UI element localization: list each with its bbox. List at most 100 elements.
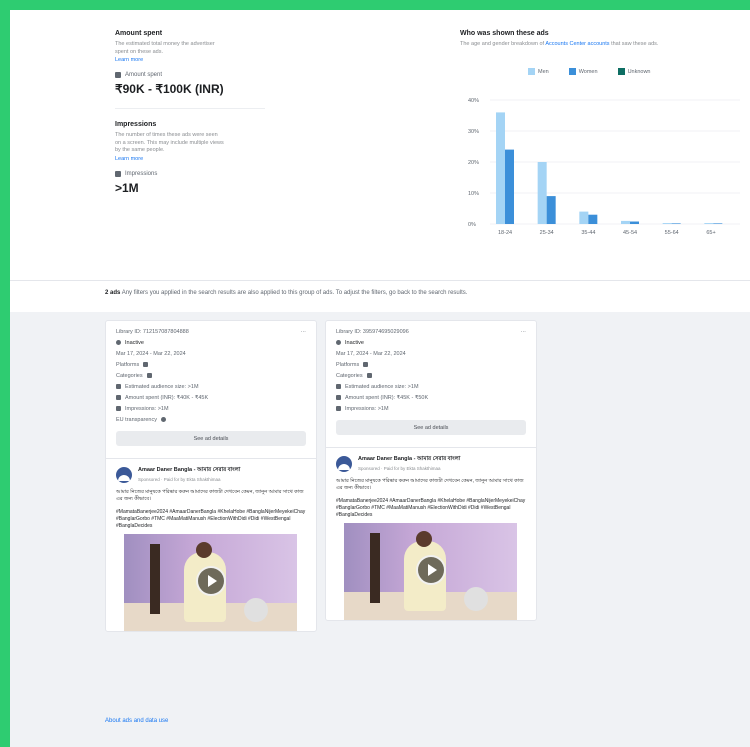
categories-row: Categories: [106, 370, 316, 381]
impressions: Impressions: >1M: [345, 405, 389, 412]
legend-item-unknown: Unknown: [617, 68, 651, 75]
x-tick-label: 18-24: [498, 230, 512, 236]
categories-label: Categories: [116, 372, 143, 379]
filter-note: 2 ads Any filters you applied in the sea…: [105, 290, 467, 296]
bar-women-35-44[interactable]: [588, 214, 598, 224]
legend-swatch: [568, 68, 576, 75]
run-dates: Mar 17, 2024 - Mar 22, 2024: [336, 350, 406, 357]
people-icon: [336, 384, 341, 389]
impressions-description: The number of times these ads were seen …: [115, 132, 224, 153]
audience-row: Estimated audience size: >1M: [106, 381, 316, 392]
chart-subtitle-prefix: The age and gender breakdown of: [460, 41, 545, 47]
play-icon[interactable]: [416, 555, 446, 585]
status-dot-icon: [116, 340, 121, 345]
platforms-row: Platforms: [326, 359, 536, 370]
post-header: Amaar Daner Bangla - আমার সেরার বাংলা Sp…: [326, 448, 536, 472]
legend-label: Unknown: [627, 68, 651, 75]
about-ads-link[interactable]: About ads and data use: [105, 718, 168, 724]
impressions: Impressions: >1M: [125, 405, 169, 412]
legend-swatch: [528, 68, 535, 75]
bar-women-18-24[interactable]: [505, 149, 514, 224]
info-icon[interactable]: [160, 417, 166, 422]
impressions-label: Impressions: [115, 170, 285, 177]
legend-item-men: Men: [528, 68, 549, 75]
more-options-icon[interactable]: ···: [521, 329, 527, 335]
page-avatar[interactable]: [116, 467, 132, 483]
amount-spent-label: Amount spent: [115, 72, 285, 78]
spent-row: Amount spent (INR): ₹40K - ₹45K: [106, 392, 316, 403]
audience-size: Estimated audience size: >1M: [125, 383, 199, 390]
library-id: Library ID: 395974695029096: [336, 329, 409, 335]
post-hashtags: #MamataBanerjee2024 #AmaarDanerBangla #K…: [336, 498, 526, 518]
chart-title: Who was shown these ads: [460, 30, 549, 37]
megaphone-icon: [146, 373, 152, 378]
x-tick-label: 55-64: [665, 230, 679, 236]
audience-row: Estimated audience size: >1M: [326, 381, 536, 392]
y-tick-label: 30%: [468, 129, 479, 135]
eu-row: EU transparency: [106, 414, 316, 425]
impressions-value: >1M: [115, 180, 139, 195]
x-tick-label: 35-44: [581, 230, 595, 236]
spent-row: Amount spent (INR): ₹45K - ₹50K: [326, 392, 536, 403]
y-tick-label: 0%: [468, 222, 476, 228]
y-tick-label: 40%: [468, 98, 479, 104]
page-name[interactable]: Amaar Daner Bangla - আমার সেরার বাংলা: [358, 456, 460, 464]
post-text: আমার নিজের মানুষকে পরিষ্কার করুন আমাদের …: [116, 489, 304, 502]
accounts-center-link[interactable]: Accounts Center accounts: [545, 41, 609, 47]
platform-icon: [363, 362, 369, 367]
categories-label: Categories: [336, 372, 363, 379]
sponsored-label: Sponsored · Paid for by Ekta Shakthimaa: [358, 466, 441, 471]
see-ad-details-button[interactable]: See ad details: [336, 420, 526, 435]
post-hashtags: #MamataBanerjee2024 #AmaarDanerBangla #K…: [116, 509, 306, 529]
bar-men-35-44[interactable]: [579, 211, 589, 224]
eye-icon: [115, 170, 121, 177]
section-divider: [10, 280, 750, 281]
impressions-row: Impressions: >1M: [326, 403, 536, 414]
money-icon: [336, 395, 341, 400]
summary-section: Amount spent The estimated total money t…: [10, 10, 750, 280]
legend-swatch: [617, 68, 625, 75]
ad-card-2: Library ID: 395974695029096 ··· Inactive…: [325, 320, 537, 621]
page-avatar[interactable]: [336, 456, 352, 472]
post-header: Amaar Daner Bangla - আমার সেরার বাংলা Sp…: [106, 459, 316, 483]
bar-men-25-34[interactable]: [537, 162, 547, 224]
bar-men-18-24[interactable]: [496, 112, 505, 224]
eu-transparency[interactable]: EU transparency: [116, 417, 157, 423]
video-thumbnail[interactable]: [124, 534, 297, 631]
bar-women-45-54[interactable]: [630, 221, 639, 224]
bar-men-45-54[interactable]: [621, 220, 630, 224]
impressions-learn-more-link[interactable]: Learn more: [115, 156, 285, 162]
audience-size: Estimated audience size: >1M: [345, 383, 419, 390]
bar-women-55-64[interactable]: [671, 223, 681, 224]
status-dot-icon: [336, 340, 341, 345]
y-tick-label: 10%: [468, 191, 479, 197]
status-text: Inactive: [125, 339, 144, 346]
filter-note-text: Any filters you applied in the search re…: [121, 290, 468, 296]
status-row: Inactive: [326, 337, 536, 348]
amount-spent-learn-more-link[interactable]: Learn more: [115, 57, 285, 63]
platform-icon: [143, 362, 149, 367]
ad-card-1: Library ID: 712157087804888 ··· Inactive…: [105, 320, 317, 632]
impressions-title: Impressions: [115, 121, 157, 128]
bar-men-65+[interactable]: [704, 223, 714, 224]
video-thumbnail[interactable]: [344, 523, 517, 620]
play-icon[interactable]: [196, 566, 226, 596]
post-text: আমার নিজের মানুষকে পরিষ্কার করুন আমাদের …: [336, 478, 524, 491]
audience-bar-chart: 0% 10% 20% 30% 40% 18-24 25-34 35-44 45-54 55-64 6…: [468, 98, 740, 236]
x-tick-label: 45-54: [623, 230, 637, 236]
see-ad-details-button[interactable]: See ad details: [116, 431, 306, 446]
x-tick-label: 25-34: [540, 230, 554, 236]
ad-count: 2 ads: [105, 290, 121, 296]
more-options-icon[interactable]: ···: [301, 329, 307, 335]
audience-chart-panel: Who was shown these ads The age and gend…: [460, 30, 750, 260]
chart-legend: Men Women Unknown: [528, 68, 651, 75]
bar-women-65+[interactable]: [713, 223, 723, 224]
bar-men-55-64[interactable]: [662, 223, 672, 224]
y-tick-label: 20%: [468, 160, 479, 166]
sponsored-label: Sponsored · Paid for by Ekta Shakthimaa: [138, 477, 221, 482]
page-name[interactable]: Amaar Daner Bangla - আমার সেরার বাংলা: [138, 467, 240, 475]
bar-women-25-34[interactable]: [546, 196, 556, 224]
legend-label: Women: [578, 68, 598, 75]
legend-item-women: Women: [568, 68, 598, 75]
categories-row: Categories: [326, 370, 536, 381]
